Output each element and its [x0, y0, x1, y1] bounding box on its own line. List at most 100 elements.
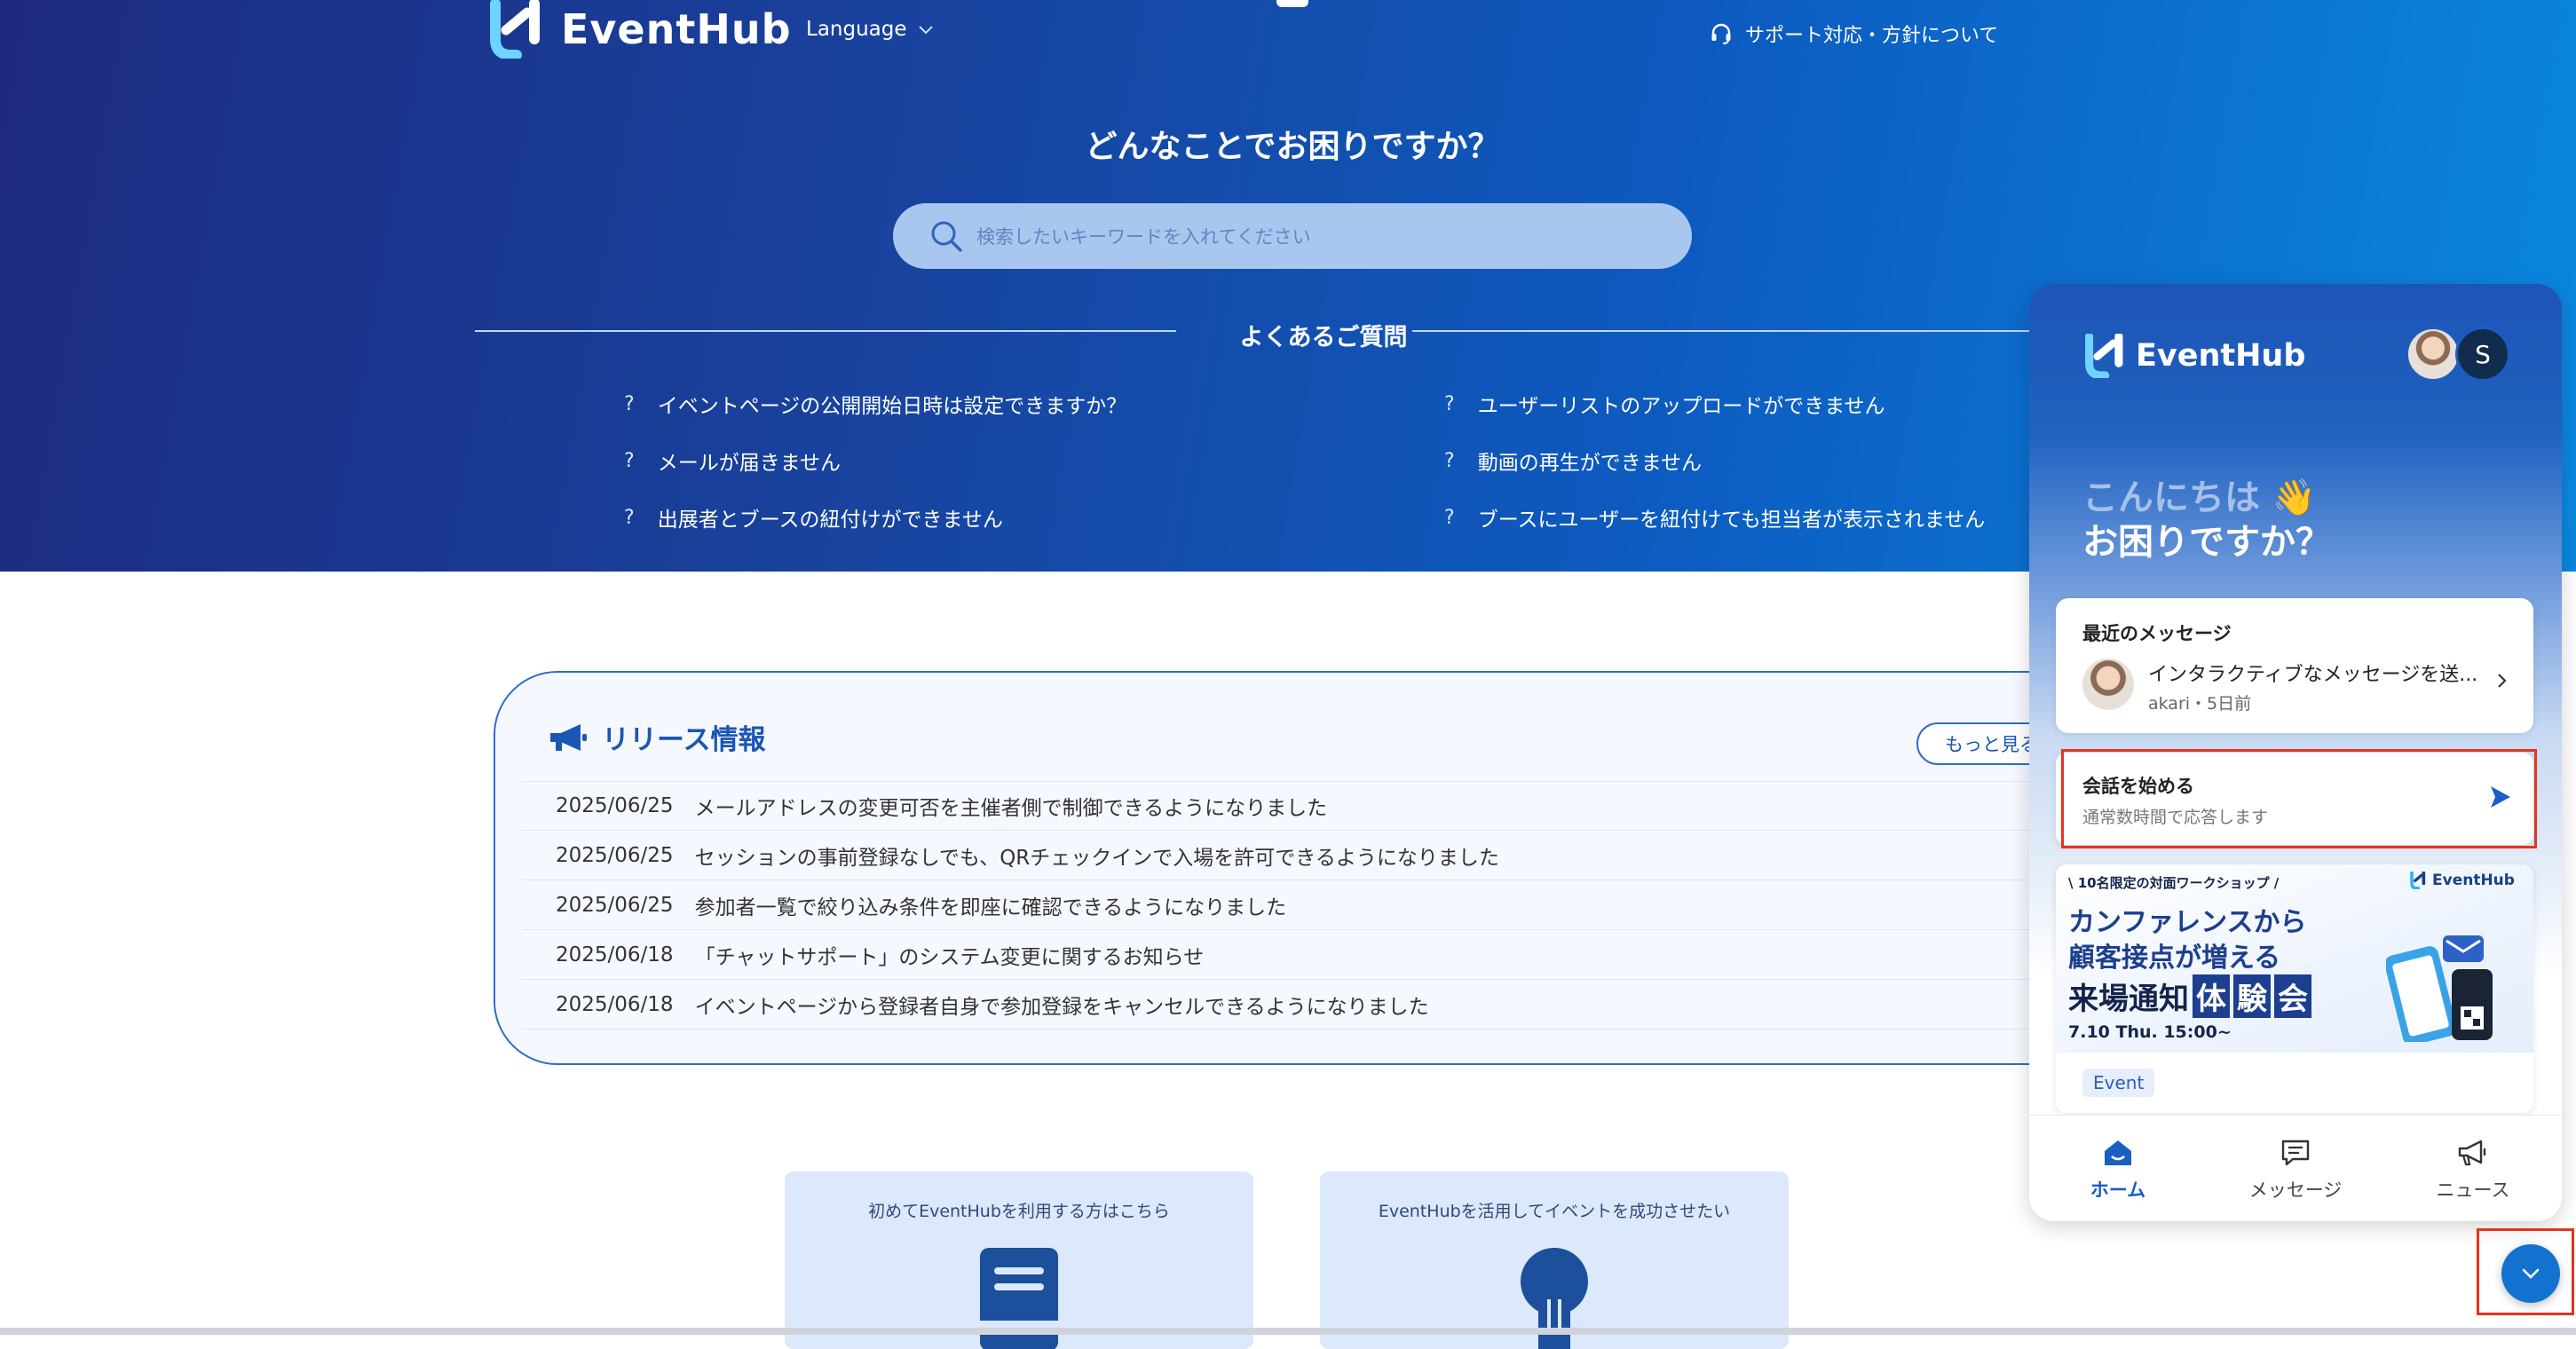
beginner-guide-card[interactable]: 初めてEventHubを利用する方はこちら: [785, 1172, 1253, 1349]
question-mark-icon: ?: [1444, 506, 1455, 529]
faq-item-label: ユーザーリストのアップロードができません: [1477, 395, 1885, 418]
recent-messages-label: 最近のメッセージ: [2082, 623, 2232, 644]
banner-logo: EventHub: [2409, 872, 2515, 889]
release-item[interactable]: 2025/06/18 「チャットサポート」のシステム変更に関するお知らせ: [522, 930, 2066, 980]
event-tag[interactable]: Event: [2082, 1069, 2155, 1097]
faq-item[interactable]: ? 出展者とブースの紐付けができません: [624, 502, 1003, 532]
release-info-panel: リリース情報 もっと見る 2025/06/25 メールアドレスの変更可否を主催者側…: [494, 671, 2094, 1065]
support-link-text: サポート対応・方針について: [1745, 25, 1999, 47]
release-item[interactable]: 2025/06/25 参加者一覧で絞り込み条件を即座に確認できるようになりました: [522, 880, 2066, 930]
greeting-question: お困りですか？: [2082, 522, 2331, 563]
banner-headline-2: 顧客接点が増える: [2068, 943, 2281, 974]
release-text: セッションの事前登録なしでも、QRチェックインで入場を許可できるようになりました: [694, 846, 1499, 870]
smartphone-illustration-icon: [2386, 935, 2493, 1042]
agent-avatar-photo: [2406, 327, 2461, 382]
message-sender-avatar: [2082, 659, 2134, 710]
recent-message-meta: akari・5日前: [2148, 694, 2252, 714]
release-title: リリース情報: [549, 717, 765, 757]
megaphone-icon: [2458, 1140, 2486, 1166]
release-date: 2025/06/18: [556, 943, 674, 966]
faq-title: よくあるご質問: [1239, 324, 1408, 351]
support-policy-link[interactable]: サポート対応・方針について: [1710, 20, 1998, 48]
release-item[interactable]: 2025/06/18 イベントページから登録者自身で参加登録をキャンセルできるよう…: [522, 980, 2066, 1030]
banner-headline-box: 会: [2274, 974, 2311, 1018]
question-mark-icon: ?: [1444, 449, 1455, 472]
release-text: 参加者一覧で絞り込み条件を即座に確認できるようになりました: [694, 895, 1287, 919]
language-label: Language: [806, 18, 907, 41]
faq-item[interactable]: ? 動画の再生ができません: [1444, 446, 1702, 476]
banner-subtitle: \ 10名限定の対面ワークショップ /: [2068, 875, 2280, 891]
top-tab-nub: [1276, 0, 1308, 7]
nav-tab-home[interactable]: ホーム: [2029, 1116, 2207, 1221]
message-icon: [2281, 1140, 2310, 1166]
release-title-text: リリース情報: [602, 724, 766, 756]
nav-tab-label: ニュース: [2436, 1179, 2510, 1201]
divider: [475, 330, 1176, 332]
recent-messages-card[interactable]: 最近のメッセージ インタラクティブなメッセージを送... akari・5日前: [2056, 598, 2533, 733]
release-list: 2025/06/25 メールアドレスの変更可否を主催者側で制御できるようになりまし…: [522, 781, 2066, 1030]
widget-bottom-nav: ホーム メッセージ ニュース: [2029, 1115, 2562, 1221]
release-item[interactable]: 2025/06/25 セッションの事前登録なしでも、QRチェックインで入場を許可で…: [522, 831, 2066, 880]
faq-item-label: ブースにユーザーを紐付けても担当者が表示されません: [1477, 509, 1986, 532]
card-title: EventHubを活用してイベントを成功させたい: [1378, 1202, 1731, 1221]
nav-tab-messages[interactable]: メッセージ: [2207, 1116, 2384, 1221]
release-text: 「チャットサポート」のシステム変更に関するお知らせ: [694, 945, 1205, 969]
release-date: 2025/06/25: [556, 843, 674, 867]
faq-item[interactable]: ? ユーザーリストのアップロードができません: [1444, 389, 1885, 419]
search-input[interactable]: 検索したいキーワードを入れてください: [893, 203, 1692, 269]
agent-avatar-initial: S: [2455, 327, 2510, 382]
headset-icon: [1711, 23, 1731, 44]
release-date: 2025/06/25: [556, 893, 674, 917]
release-item[interactable]: 2025/06/25 メールアドレスの変更可否を主催者側で制御できるようになりまし…: [522, 781, 2066, 831]
question-mark-icon: ?: [624, 392, 635, 415]
event-banner-image: \ 10名限定の対面ワークショップ / EventHub カンファレンスから 顧…: [2056, 864, 2533, 1053]
widget-brand-name: EventHub: [2136, 338, 2306, 374]
agent-avatars: S: [2395, 327, 2510, 382]
banner-date: 7.10 Thu. 15:00~: [2068, 1022, 2232, 1042]
nav-tab-news[interactable]: ニュース: [2384, 1116, 2562, 1221]
faq-item-label: 動画の再生ができません: [1477, 452, 1702, 475]
search-icon: [931, 221, 962, 252]
banner-headline-3-text: 来場通知: [2068, 982, 2189, 1017]
nav-tab-label: メッセージ: [2248, 1179, 2343, 1201]
banner-headline-3: 来場通知 体 験 会: [2068, 974, 2311, 1018]
eventhub-logo-mark-icon: [2410, 872, 2426, 889]
brand-name: EventHub: [561, 5, 792, 53]
chevron-right-icon: [2498, 674, 2507, 688]
question-mark-icon: ?: [1444, 392, 1455, 415]
chevron-down-icon: [918, 26, 933, 35]
release-text: イベントページから登録者自身で参加登録をキャンセルできるようになりました: [694, 995, 1429, 1019]
highlight-start-conversation: [2061, 749, 2537, 848]
faq-item-label: 出展者とブースの紐付けができません: [657, 509, 1003, 532]
megaphone-icon: [550, 723, 587, 751]
language-selector[interactable]: Language: [806, 18, 934, 41]
question-mark-icon: ?: [624, 506, 635, 529]
event-banner-card[interactable]: \ 10名限定の対面ワークショップ / EventHub カンファレンスから 顧…: [2056, 864, 2533, 1113]
recent-message-preview: インタラクティブなメッセージを送...: [2148, 664, 2478, 686]
eventhub-logo-mark-icon: [490, 0, 540, 59]
faq-item[interactable]: ? イベントページの公開開始日時は設定できますか？: [624, 389, 1126, 419]
hero-title: どんなことでお困りですか？: [1085, 129, 1500, 165]
question-mark-icon: ?: [624, 449, 635, 472]
search-placeholder: 検索したいキーワードを入れてください: [976, 226, 1311, 248]
chat-widget-toggle-button[interactable]: [2501, 1244, 2560, 1303]
horizontal-scrollbar[interactable]: [0, 1328, 2576, 1335]
widget-logo: EventHub: [2082, 334, 2305, 378]
faq-item[interactable]: ? ブースにユーザーを紐付けても担当者が表示されません: [1444, 502, 1985, 532]
card-title: 初めてEventHubを利用する方はこちら: [868, 1202, 1170, 1221]
banner-headline-box: 体: [2193, 974, 2230, 1018]
faq-item-label: メールが届きません: [657, 452, 841, 475]
faq-heading: よくあるご質問: [475, 318, 2185, 351]
nav-tab-label: ホーム: [2090, 1179, 2146, 1201]
chevron-down-icon: [2522, 1268, 2540, 1279]
success-guide-card[interactable]: EventHubを活用してイベントを成功させたい: [1320, 1172, 1789, 1349]
eventhub-logo[interactable]: EventHub: [486, 0, 792, 59]
release-date: 2025/06/25: [556, 794, 674, 817]
release-text: メールアドレスの変更可否を主催者側で制御できるようになりました: [694, 797, 1328, 820]
banner-headline-box: 験: [2233, 974, 2271, 1018]
release-date: 2025/06/18: [556, 992, 674, 1016]
banner-logo-text: EventHub: [2432, 872, 2515, 889]
banner-headline-1: カンファレンスから: [2068, 907, 2307, 938]
eventhub-logo-mark-icon: [2085, 334, 2123, 378]
faq-item[interactable]: ? メールが届きません: [624, 446, 841, 476]
